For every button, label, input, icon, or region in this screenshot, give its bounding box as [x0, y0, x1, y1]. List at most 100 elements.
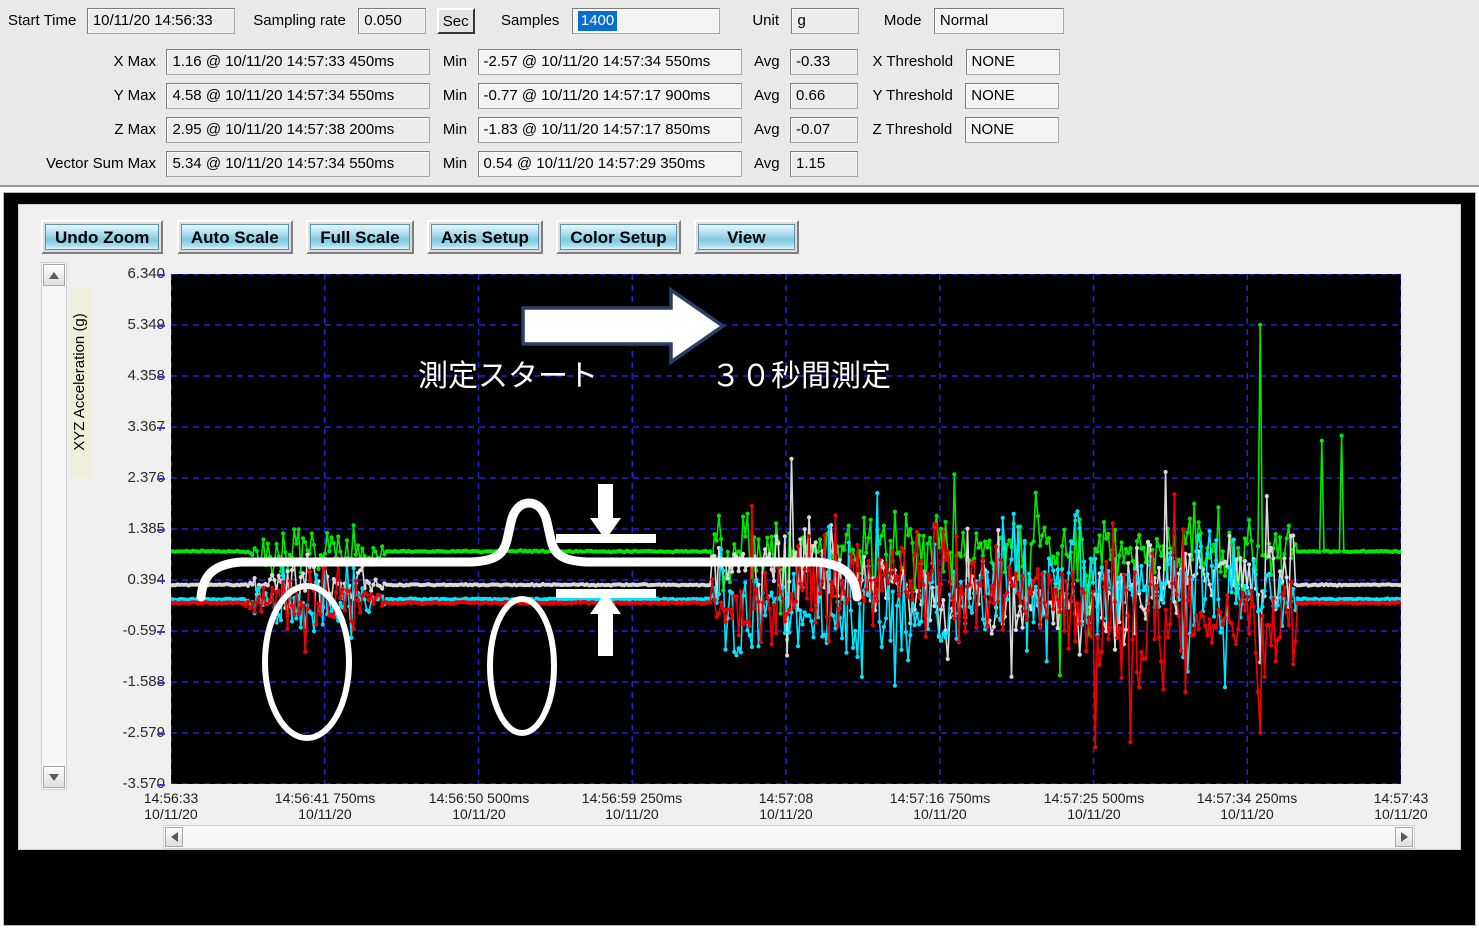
y-tick-label: 3.367 [127, 418, 165, 435]
y-tick-label: -2.579 [122, 724, 165, 741]
x-max-field[interactable]: 1.16 @ 10/11/20 14:57:33 450ms [166, 49, 431, 75]
annotation-text-start: 測定スタート [418, 359, 598, 394]
vector-sum-min-label: Min [442, 155, 468, 172]
graph-panel: Undo Zoom Auto Scale Full Scale Axis Set… [19, 205, 1460, 849]
vector-sum-avg-label: Avg [753, 155, 780, 172]
sec-unit-button[interactable]: Sec [436, 8, 475, 34]
start-time-label: Start Time [8, 12, 77, 29]
x-tick-label: 14:57:16 750ms 10/11/20 [889, 790, 991, 822]
measurement-header-panel: Start Time 10/11/20 14:56:33 Sampling ra… [0, 0, 1479, 187]
arrow-right-icon [521, 286, 727, 366]
x-min-field[interactable]: -2.57 @ 10/11/20 14:57:34 550ms [477, 49, 742, 75]
mode-label: Mode [883, 12, 922, 29]
x-avg-field[interactable]: -0.33 [790, 49, 859, 75]
annotation-overlays: 測定スタート ３０秒間測定 [196, 286, 891, 741]
grid-lines [171, 274, 1401, 784]
x-min-label: Min [442, 53, 468, 70]
z-avg-field[interactable]: -0.07 [790, 117, 859, 143]
x-tick-label: 14:56:50 500ms 10/11/20 [428, 790, 530, 822]
z-threshold-field[interactable]: NONE [964, 117, 1059, 143]
z-max-field[interactable]: 2.95 @ 10/11/20 14:57:38 200ms [166, 117, 431, 143]
unit-field[interactable]: g [791, 8, 860, 34]
highlight-ellipse [487, 596, 557, 736]
color-setup-label: Color Setup [560, 224, 677, 250]
stat-row-y: Y Max 4.58 @ 10/11/20 14:57:34 550ms Min… [8, 83, 1060, 109]
y-tick-label: 2.376 [127, 469, 165, 486]
vector-sum-avg-field[interactable]: 1.15 [790, 151, 859, 177]
y-axis-ticks: 6.340 5.349 4.358 3.367 2.376 1.385 0.39… [71, 266, 165, 791]
z-min-field[interactable]: -1.83 @ 10/11/20 14:57:17 850ms [477, 117, 742, 143]
z-threshold-label: Z Threshold [872, 121, 953, 138]
sampling-rate-field[interactable]: 0.050 [358, 8, 427, 34]
view-button[interactable]: View [694, 220, 799, 254]
y-tick-label: 6.340 [127, 265, 165, 282]
x-tick-label: 14:57:25 500ms 10/11/20 [1043, 790, 1145, 822]
plot-canvas[interactable]: 測定スタート ３０秒間測定 [171, 274, 1401, 784]
sampling-rate-label: Sampling rate [253, 12, 346, 29]
undo-zoom-label: Undo Zoom [45, 224, 160, 250]
x-tick-label: 14:56:33 10/11/20 [143, 790, 199, 822]
z-min-label: Min [442, 121, 468, 138]
x-tick-label: 14:56:41 750ms 10/11/20 [274, 790, 376, 822]
chart-frame-inner: Undo Zoom Auto Scale Full Scale Axis Set… [18, 204, 1461, 850]
view-label: View [698, 224, 795, 250]
y-threshold-field[interactable]: NONE [965, 83, 1060, 109]
auto-scale-button[interactable]: Auto Scale [176, 220, 293, 254]
x-threshold-label: X Threshold [872, 53, 954, 70]
double-arrow-gap-marker [556, 484, 656, 656]
header-row-top: Start Time 10/11/20 14:56:33 Sampling ra… [8, 8, 1064, 34]
y-tick-label: 0.394 [127, 571, 165, 588]
full-scale-button[interactable]: Full Scale [306, 220, 414, 254]
y-max-field[interactable]: 4.58 @ 10/11/20 14:57:34 550ms [166, 83, 431, 109]
x-tick-label: 14:57:08 10/11/20 [758, 790, 814, 822]
undo-zoom-button[interactable]: Undo Zoom [41, 220, 164, 254]
full-scale-label: Full Scale [310, 224, 410, 250]
chart-bottom-pad [18, 851, 1461, 913]
y-tick-label: 5.349 [127, 316, 165, 333]
y-min-field[interactable]: -0.77 @ 10/11/20 14:57:17 900ms [477, 83, 742, 109]
color-setup-button[interactable]: Color Setup [556, 220, 681, 254]
unit-label: Unit [752, 12, 779, 29]
vertical-scrollbar[interactable] [41, 262, 67, 790]
axis-setup-button[interactable]: Axis Setup [427, 220, 543, 254]
scroll-left-icon[interactable] [165, 827, 183, 847]
y-tick-label: -1.588 [122, 673, 165, 690]
y-tick-label: 1.385 [127, 520, 165, 537]
y-min-label: Min [442, 87, 468, 104]
start-time-field[interactable]: 10/11/20 14:56:33 [86, 8, 235, 34]
y-avg-label: Avg [753, 87, 780, 104]
vector-sum-max-field[interactable]: 5.34 @ 10/11/20 14:57:34 550ms [166, 151, 431, 177]
scroll-right-icon[interactable] [1395, 827, 1413, 847]
graph-toolbar: Undo Zoom Auto Scale Full Scale Axis Set… [41, 220, 808, 254]
mode-field[interactable]: Normal [933, 8, 1064, 34]
samples-value-selected: 1400 [577, 11, 618, 31]
samples-label: Samples [501, 12, 560, 29]
samples-field[interactable]: 1400 [571, 8, 720, 34]
x-tick-label: 14:56:59 250ms 10/11/20 [581, 790, 683, 822]
y-tick-label: -3.570 [122, 775, 165, 792]
x-tick-label: 14:57:43 10/11/20 [1373, 790, 1429, 822]
vector-sum-min-field[interactable]: 0.54 @ 10/11/20 14:57:29 350ms [477, 151, 742, 177]
y-avg-field[interactable]: 0.66 [790, 83, 859, 109]
scroll-up-icon[interactable] [43, 264, 65, 286]
y-max-label: Y Max [113, 87, 156, 104]
y-threshold-label: Y Threshold [872, 87, 953, 104]
axis-setup-label: Axis Setup [431, 224, 539, 250]
x-tick-label: 14:57:34 250ms 10/11/20 [1196, 790, 1298, 822]
x-threshold-field[interactable]: NONE [965, 49, 1060, 75]
stat-row-x: X Max 1.16 @ 10/11/20 14:57:33 450ms Min… [8, 49, 1060, 75]
z-max-label: Z Max [114, 121, 156, 138]
vector-sum-max-label: Vector Sum Max [45, 155, 156, 172]
y-tick-label: 4.358 [127, 367, 165, 384]
stat-row-vector-sum: Vector Sum Max 5.34 @ 10/11/20 14:57:34 … [8, 151, 859, 177]
auto-scale-label: Auto Scale [180, 224, 289, 250]
scroll-down-icon[interactable] [43, 766, 65, 788]
chart-area: XYZ Acceleration (g) 6.340 5.349 4.358 3… [41, 262, 1441, 849]
horizontal-scrollbar[interactable] [163, 825, 1415, 849]
z-avg-label: Avg [753, 121, 780, 138]
chart-frame-outer: Undo Zoom Auto Scale Full Scale Axis Set… [3, 192, 1476, 926]
stat-row-z: Z Max 2.95 @ 10/11/20 14:57:38 200ms Min… [8, 117, 1059, 143]
x-avg-label: Avg [753, 53, 780, 70]
annotation-text-duration: ３０秒間測定 [711, 359, 891, 394]
y-tick-label: -0.597 [122, 622, 165, 639]
